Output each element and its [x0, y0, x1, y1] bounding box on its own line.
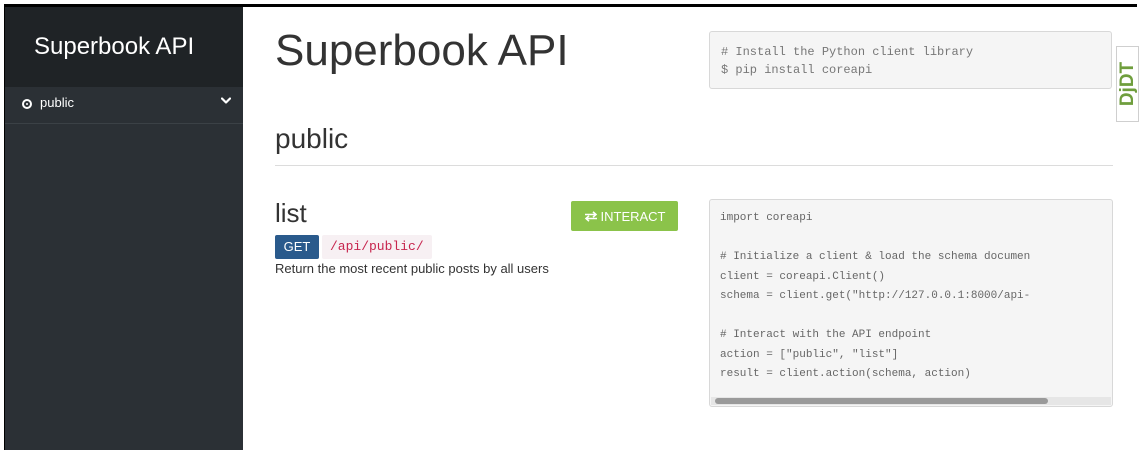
code-line: # Install the Python client library	[721, 45, 974, 59]
horizontal-scrollbar[interactable]	[711, 397, 1111, 405]
code-line: # Interact with the API endpoint	[720, 329, 932, 341]
debug-toolbar-label: DjDT	[1116, 61, 1138, 107]
interact-label: INTERACT	[600, 208, 666, 224]
debug-toolbar-handle[interactable]: DjDT	[1116, 46, 1139, 122]
endpoint-description: Return the most recent public posts by a…	[275, 261, 549, 276]
endpoint-path: /api/public/	[322, 235, 432, 259]
install-code-block: # Install the Python client library $ pi…	[709, 31, 1112, 89]
example-code-block: import coreapi # Initialize a client & l…	[709, 199, 1113, 407]
endpoint-name: list	[275, 198, 307, 228]
code-line: import coreapi	[720, 212, 813, 224]
page-title: Superbook API	[275, 26, 569, 75]
chevron-down-icon	[221, 97, 231, 104]
swap-arrows-icon	[584, 210, 597, 222]
code-line: schema = client.get("http://127.0.0.1:80…	[720, 290, 1031, 302]
code-line: action = ["public", "list"]	[720, 348, 899, 361]
code-line: $ pip install coreapi	[721, 63, 873, 77]
section-divider	[275, 165, 1113, 166]
section-title: public	[275, 123, 349, 154]
sidebar-brand[interactable]: Superbook API	[5, 7, 243, 87]
code-line: # Initialize a client & load the schema …	[720, 251, 1031, 263]
radio-dot-icon	[22, 99, 32, 109]
scrollbar-thumb[interactable]	[715, 398, 1048, 404]
code-line: client = coreapi.Client()	[720, 270, 886, 283]
interact-button[interactable]: INTERACT	[571, 201, 678, 231]
sidebar-item-public[interactable]: public	[5, 87, 243, 124]
sidebar-item-label: public	[40, 95, 74, 110]
code-line: result = client.action(schema, action)	[720, 368, 971, 380]
sidebar: Superbook API public	[5, 7, 243, 450]
http-method-badge: GET	[275, 235, 319, 259]
